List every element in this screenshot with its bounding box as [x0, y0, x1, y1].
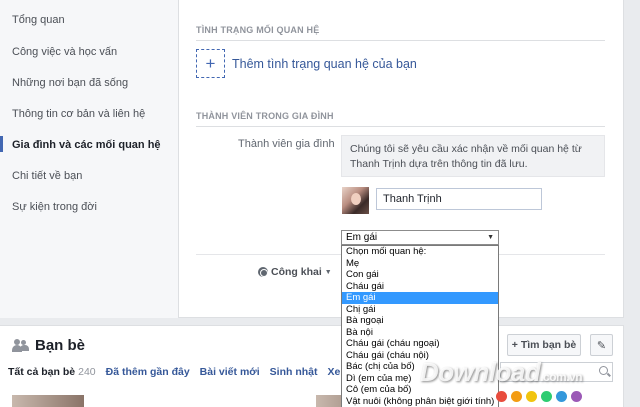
globe-icon: [258, 267, 268, 277]
find-friends-label: Tìm bạn bè: [520, 339, 577, 351]
sidebar-item-overview[interactable]: Tổng quan: [12, 14, 65, 26]
relationship-select-value: Em gái: [346, 232, 378, 243]
dropdown-option[interactable]: Cháu gái: [342, 281, 498, 293]
dropdown-option[interactable]: Vật nuôi (không phân biệt giới tính): [342, 396, 498, 407]
about-sidebar: Tổng quan Công việc và học vấn Những nơi…: [0, 0, 179, 318]
confirmation-info-box: Chúng tôi sẽ yêu cầu xác nhận về mối qua…: [341, 135, 605, 177]
watermark-dot: [541, 391, 552, 402]
tab-recently-added[interactable]: Đã thêm gần đây: [106, 366, 190, 378]
find-friends-button[interactable]: + Tìm bạn bè: [507, 334, 581, 356]
add-relationship-link[interactable]: Thêm tình trạng quan hệ của bạn: [232, 57, 417, 71]
search-icon: [599, 366, 608, 375]
dropdown-option-selected[interactable]: Em gái: [342, 292, 498, 304]
watermark-dot: [511, 391, 522, 402]
dropdown-option[interactable]: Bà ngoại: [342, 315, 498, 327]
tab-all-friends-label: Tất cả bạn bè: [8, 366, 76, 378]
friends-tabs: Tất cả bạn bè 240 Đã thêm gần đây Bài viế…: [8, 366, 366, 378]
watermark-dot: [571, 391, 582, 402]
relationship-heading: TÌNH TRẠNG MỐI QUAN HỆ: [196, 25, 320, 35]
dropdown-option[interactable]: Mẹ: [342, 258, 498, 270]
friend-thumbnail[interactable]: [12, 395, 84, 407]
dropdown-option[interactable]: Chọn mối quan hệ:: [342, 246, 498, 258]
pencil-icon[interactable]: ✎: [590, 334, 613, 356]
sidebar-item-contact-info[interactable]: Thông tin cơ bản và liên hệ: [12, 108, 145, 120]
watermark-dot: [556, 391, 567, 402]
friends-icon: [12, 339, 29, 352]
family-divider: [196, 126, 605, 127]
caret-down-icon: ▼: [324, 268, 332, 276]
relationship-select[interactable]: Em gái ▼: [341, 230, 499, 245]
dropdown-option[interactable]: Chị gái: [342, 304, 498, 316]
sidebar-item-life-events[interactable]: Sự kiện trong đời: [12, 201, 97, 213]
tab-birthdays[interactable]: Sinh nhật: [270, 366, 318, 378]
friends-title-label: Bạn bè: [35, 337, 86, 354]
download-watermark: Download.com.vn: [420, 357, 583, 388]
watermark-dots: [496, 391, 582, 402]
avatar: [342, 187, 369, 214]
tab-new-posts[interactable]: Bài viết mới: [200, 366, 260, 378]
watermark-suffix: .com.vn: [540, 370, 583, 384]
watermark-dot: [496, 391, 507, 402]
family-heading: THÀNH VIÊN TRONG GIA ĐÌNH: [196, 111, 334, 121]
add-relationship-icon[interactable]: +: [196, 49, 225, 78]
family-member-name-input[interactable]: [376, 188, 542, 210]
friends-title[interactable]: Bạn bè: [12, 337, 85, 354]
dropdown-option[interactable]: Cháu gái (cháu ngoại): [342, 338, 498, 350]
friends-count: 240: [78, 366, 96, 378]
sidebar-item-places-lived[interactable]: Những nơi bạn đã sống: [12, 77, 128, 89]
dropdown-option[interactable]: Con gái: [342, 269, 498, 281]
dropdown-option[interactable]: Bà nội: [342, 327, 498, 339]
relationship-divider: [196, 40, 605, 41]
sidebar-item-family-relationships[interactable]: Gia đình và các mối quan hệ: [12, 139, 161, 151]
tab-all-friends[interactable]: Tất cả bạn bè 240: [8, 366, 96, 378]
privacy-selector[interactable]: Công khai ▼: [258, 266, 332, 278]
profile-about-panel: Tổng quan Công việc và học vấn Những nơi…: [0, 0, 624, 318]
watermark-dot: [526, 391, 537, 402]
privacy-label: Công khai: [271, 266, 322, 278]
active-indicator: [0, 136, 3, 152]
plus-icon: +: [511, 339, 518, 351]
chevron-down-icon: ▼: [487, 234, 494, 241]
sidebar-item-work-education[interactable]: Công việc và học vấn: [12, 46, 117, 58]
family-member-label: Thành viên gia đình: [238, 138, 335, 150]
sidebar-item-details[interactable]: Chi tiết về bạn: [12, 170, 82, 182]
watermark-text: Download: [420, 357, 541, 387]
